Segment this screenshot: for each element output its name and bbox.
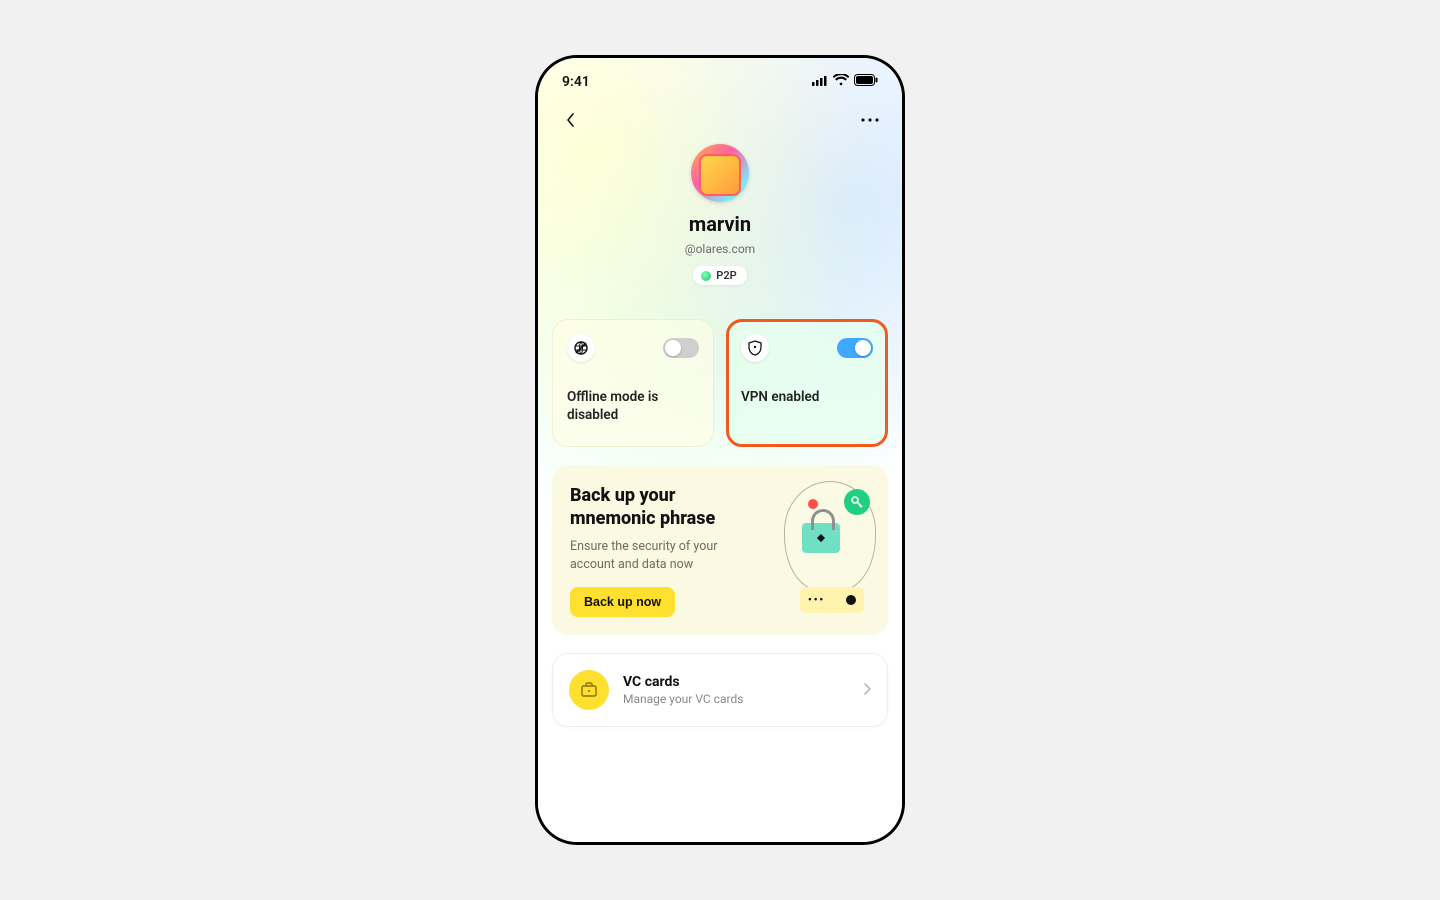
password-dots-icon: ••• (800, 587, 864, 613)
wifi-icon (833, 74, 849, 90)
connection-badge-label: P2P (716, 269, 736, 282)
vc-subtitle: Manage your VC cards (623, 692, 743, 706)
status-bar: 9:41 (552, 72, 888, 96)
chevron-right-icon (863, 681, 871, 700)
vc-cards-item[interactable]: VC cards Manage your VC cards (552, 653, 888, 727)
backup-subtitle: Ensure the security of your account and … (570, 538, 754, 573)
profile-section: marvin @olares.com P2P (552, 144, 888, 285)
offline-label: Offline mode is disabled (567, 388, 699, 424)
status-icons (812, 74, 878, 90)
chevron-left-icon (565, 112, 575, 128)
id-card-icon (569, 670, 609, 710)
shield-icon (741, 334, 769, 362)
offline-icon (567, 334, 595, 362)
backup-illustration: ⬥ ••• (762, 485, 870, 617)
phone-frame: 9:41 marvin (535, 55, 905, 845)
more-button[interactable] (858, 108, 882, 132)
offline-mode-card[interactable]: Offline mode is disabled (552, 319, 714, 447)
back-button[interactable] (558, 108, 582, 132)
more-horizontal-icon (861, 118, 879, 122)
status-time: 9:41 (562, 74, 590, 90)
vpn-card[interactable]: VPN enabled (726, 319, 888, 447)
screen: 9:41 marvin (538, 58, 902, 842)
connection-badge: P2P (693, 266, 746, 285)
avatar[interactable] (691, 144, 749, 202)
backup-card: Back up your mnemonic phrase Ensure the … (552, 465, 888, 635)
backup-now-button[interactable]: Back up now (570, 587, 675, 617)
key-icon (844, 489, 870, 515)
vpn-toggle[interactable] (837, 338, 873, 358)
vpn-label: VPN enabled (741, 388, 873, 406)
backup-title: Back up your mnemonic phrase (570, 485, 754, 530)
nav-bar (552, 96, 888, 136)
profile-name: marvin (689, 212, 751, 236)
alert-dot-icon (808, 499, 818, 509)
cellular-icon (812, 74, 828, 90)
profile-handle: @olares.com (685, 242, 755, 256)
lock-icon: ⬥ (802, 523, 840, 553)
toggle-row: Offline mode is disabled VPN enabled (552, 319, 888, 447)
vc-title: VC cards (623, 674, 743, 690)
globe-icon (701, 271, 711, 281)
offline-toggle[interactable] (663, 338, 699, 358)
battery-icon (854, 74, 878, 90)
